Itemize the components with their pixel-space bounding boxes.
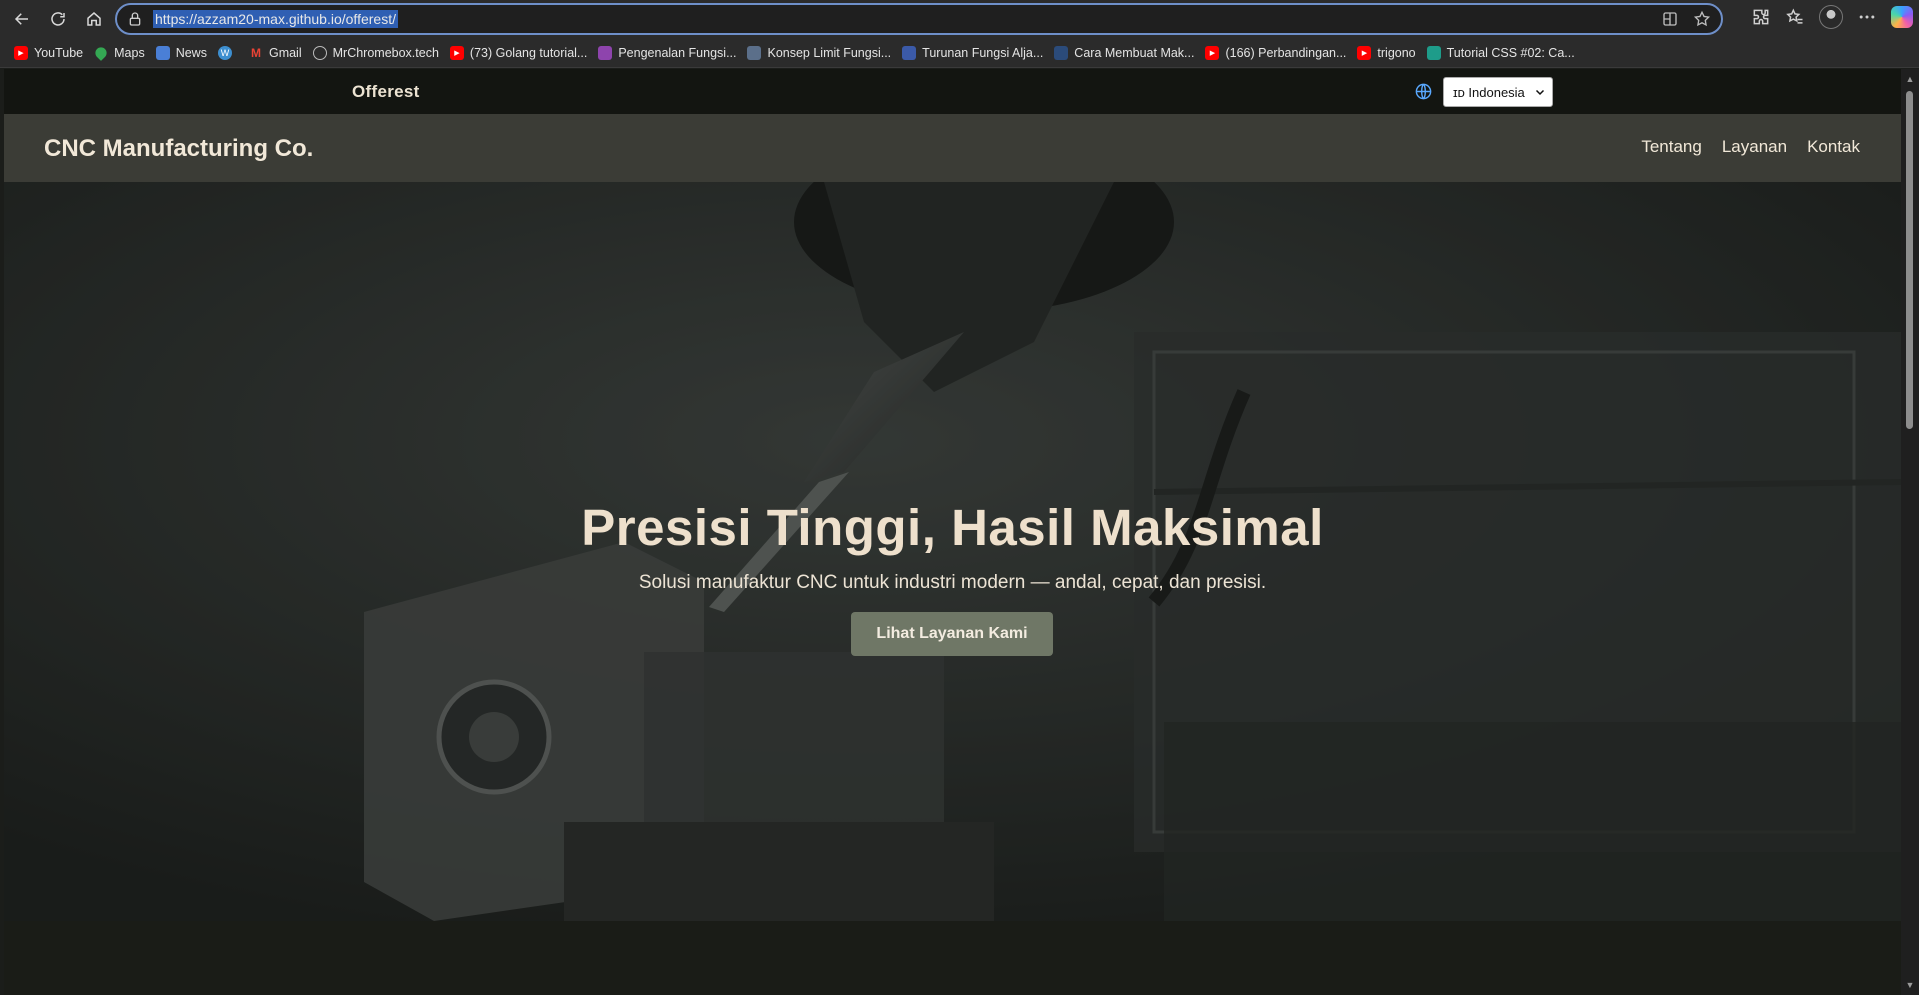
bookmark-item[interactable]: Tutorial CSS #02: Ca... — [1423, 41, 1582, 65]
bookmark-item[interactable]: News — [152, 41, 214, 65]
site-icon — [1426, 45, 1441, 60]
language-select[interactable]: ɪᴅ Indonesia — [1443, 77, 1553, 107]
scroll-thumb[interactable] — [1906, 91, 1913, 429]
bookmark-item[interactable]: Pengenalan Fungsi... — [594, 41, 743, 65]
page-viewport: Offerest ɪᴅ Indonesia CNC Manufacturing … — [4, 69, 1901, 995]
profile-avatar[interactable] — [1819, 5, 1843, 29]
chevron-down-icon — [1535, 89, 1545, 96]
bookmark-item[interactable]: ▶ trigono — [1353, 41, 1422, 65]
language-select-value: ɪᴅ Indonesia — [1453, 84, 1525, 100]
view-services-button[interactable]: Lihat Layanan Kami — [851, 612, 1053, 656]
bookmark-item[interactable]: ▶ (73) Golang tutorial... — [446, 41, 594, 65]
site-icon — [598, 45, 613, 60]
site-icon — [902, 45, 917, 60]
nav-links: Tentang Layanan Kontak — [1641, 137, 1860, 157]
bookmarks-bar: ▶ YouTube Maps News W M Gmail MrChromebox.tech ▶… — [0, 38, 1919, 68]
gmail-icon: M — [250, 45, 261, 60]
bookmark-item[interactable]: Konsep Limit Fungsi... — [743, 41, 898, 65]
address-bar[interactable]: https://azzam20-max.github.io/offerest/ — [115, 3, 1723, 35]
bookmark-item[interactable]: Cara Membuat Mak... — [1050, 41, 1201, 65]
hero-title: Presisi Tinggi, Hasil Maksimal — [581, 499, 1324, 556]
bookmark-item[interactable]: Turunan Fungsi Alja... — [898, 41, 1050, 65]
bookmark-label: trigono — [1377, 45, 1416, 60]
news-icon — [155, 45, 170, 60]
reload-icon[interactable] — [44, 5, 72, 33]
nav-link-kontak[interactable]: Kontak — [1807, 137, 1860, 157]
globe-icon — [312, 45, 327, 60]
lock-icon — [129, 12, 141, 26]
hero-section: Presisi Tinggi, Hasil Maksimal Solusi ma… — [4, 182, 1901, 921]
wordpress-icon: W — [217, 45, 232, 60]
nav-link-layanan[interactable]: Layanan — [1722, 137, 1787, 157]
main-navbar: CNC Manufacturing Co. Tentang Layanan Ko… — [4, 114, 1901, 182]
favorite-star-icon[interactable] — [1693, 10, 1711, 28]
next-section — [4, 921, 1901, 995]
bookmark-item[interactable]: ▶ YouTube — [10, 41, 90, 65]
globe-icon — [1415, 83, 1432, 100]
url-text[interactable]: https://azzam20-max.github.io/offerest/ — [153, 10, 398, 28]
bookmark-item[interactable]: ▶ (166) Perbandingan... — [1201, 41, 1353, 65]
back-icon[interactable] — [8, 5, 36, 33]
youtube-icon: ▶ — [1357, 45, 1372, 60]
bookmark-label: Maps — [114, 45, 145, 60]
youtube-icon: ▶ — [14, 45, 28, 60]
bookmark-item[interactable]: MrChromebox.tech — [309, 41, 446, 65]
bookmark-label: Konsep Limit Fungsi... — [767, 45, 892, 60]
copilot-icon[interactable] — [1891, 6, 1913, 28]
site-icon — [747, 45, 762, 60]
bookmark-label: (73) Golang tutorial... — [469, 45, 588, 60]
bookmark-label: YouTube — [34, 45, 84, 60]
top-bar: Offerest ɪᴅ Indonesia — [4, 69, 1901, 114]
bookmark-label: Tutorial CSS #02: Ca... — [1446, 45, 1575, 60]
home-icon[interactable] — [80, 5, 108, 33]
favorites-icon[interactable] — [1785, 7, 1805, 27]
site-icon — [1054, 45, 1069, 60]
hero-subtitle: Solusi manufaktur CNC untuk industri mod… — [638, 572, 1267, 593]
maps-pin-icon — [93, 44, 110, 61]
bookmark-label: Turunan Fungsi Alja... — [922, 45, 1044, 60]
nav-link-tentang[interactable]: Tentang — [1641, 137, 1702, 157]
bookmark-label: News — [175, 45, 207, 60]
more-menu-icon[interactable] — [1857, 7, 1877, 27]
bookmark-item[interactable]: M Gmail — [245, 41, 309, 65]
bookmark-item[interactable]: W — [214, 41, 245, 65]
site-title[interactable]: CNC Manufacturing Co. — [44, 135, 313, 163]
scroll-up-icon[interactable]: ▲ — [1905, 74, 1915, 84]
scroll-down-icon[interactable]: ▼ — [1905, 980, 1915, 990]
bookmark-item[interactable]: Maps — [90, 41, 152, 65]
page-scrollbar[interactable]: ▲ ▼ — [1901, 69, 1919, 995]
bookmark-label: Gmail — [268, 45, 302, 60]
split-screen-icon[interactable] — [1661, 10, 1679, 28]
bookmark-label: Pengenalan Fungsi... — [618, 45, 737, 60]
bookmark-label: (166) Perbandingan... — [1225, 45, 1347, 60]
youtube-icon: ▶ — [1205, 45, 1220, 60]
bookmark-label: MrChromebox.tech — [332, 45, 439, 60]
extensions-icon[interactable] — [1751, 7, 1771, 27]
browser-toolbar: https://azzam20-max.github.io/offerest/ — [0, 0, 1919, 38]
youtube-icon: ▶ — [449, 45, 464, 60]
bookmark-label: Cara Membuat Mak... — [1074, 45, 1195, 60]
brand-name[interactable]: Offerest — [352, 82, 420, 102]
